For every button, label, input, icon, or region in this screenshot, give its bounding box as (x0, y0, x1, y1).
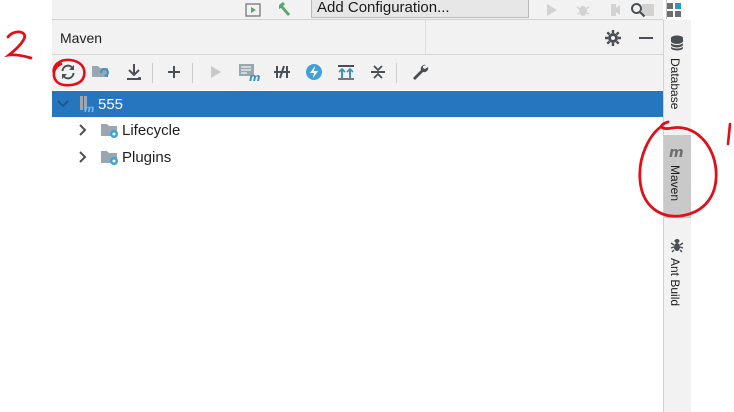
right-tool-strip: Database m Maven Ant Build (663, 20, 691, 412)
maven-project-tree: m 555 Lifecycle Plugins (52, 90, 663, 412)
tab-maven-label: Maven (668, 165, 682, 202)
lifecycle-folder-icon (100, 121, 122, 139)
add-configuration-button[interactable]: Add Configuration... (311, 0, 529, 18)
add-maven-project-icon[interactable] (162, 60, 186, 84)
tree-row-lifecycle[interactable]: Lifecycle (52, 117, 663, 143)
maven-toolbar: m (52, 55, 663, 90)
tree-root-label: 555 (98, 95, 124, 113)
build-hammer-icon[interactable] (274, 0, 296, 19)
project-structure-icon[interactable] (664, 0, 684, 19)
debug-icon[interactable] (573, 0, 593, 19)
settings-gear-icon[interactable] (602, 28, 624, 48)
maven-panel-header: Maven (52, 20, 663, 55)
download-sources-icon[interactable] (122, 60, 146, 84)
ant-icon (669, 237, 685, 257)
tree-lifecycle-label: Lifecycle (122, 121, 181, 139)
main-toolbar: Add Configuration... (52, 0, 667, 20)
tab-database[interactable]: Database (664, 20, 691, 122)
tree-row-root[interactable]: m 555 (52, 91, 663, 117)
collapse-chevron-icon[interactable] (56, 100, 70, 108)
svg-text:m: m (669, 145, 684, 159)
tree-row-plugins[interactable]: Plugins (52, 144, 663, 170)
run-maven-build-icon[interactable] (204, 60, 228, 84)
database-icon (670, 35, 684, 55)
tab-ant-build[interactable]: Ant Build (664, 230, 691, 340)
svg-text:m: m (84, 104, 94, 113)
tab-database-label: Database (668, 58, 682, 110)
skip-tests-icon[interactable] (302, 60, 326, 84)
tree-plugins-label: Plugins (122, 148, 172, 166)
toggle-offline-mode-icon[interactable] (270, 60, 294, 84)
run-config-icon[interactable] (242, 0, 264, 19)
run-icon[interactable] (542, 0, 562, 19)
maven-module-icon: m (78, 95, 98, 113)
tab-ant-build-label: Ant Build (668, 258, 682, 307)
execute-maven-goal-icon[interactable]: m (237, 60, 261, 84)
tab-maven[interactable]: m Maven (664, 135, 691, 218)
minimize-icon[interactable] (635, 28, 657, 48)
maven-m-icon: m (669, 144, 687, 163)
svg-text:m: m (249, 71, 260, 82)
plugins-folder-icon (100, 148, 122, 166)
expand-chevron-icon[interactable] (76, 124, 90, 136)
search-everywhere-icon[interactable] (628, 0, 648, 19)
page-margin (0, 0, 52, 412)
collapse-all-icon[interactable] (366, 60, 390, 84)
page-margin-right (691, 0, 734, 412)
panel-title: Maven (60, 30, 103, 46)
maven-settings-wrench-icon[interactable] (408, 60, 432, 84)
show-dependencies-icon[interactable] (334, 60, 358, 84)
reload-all-projects-icon[interactable] (56, 60, 80, 84)
coverage-icon[interactable] (606, 0, 626, 19)
generate-sources-icon[interactable] (89, 60, 113, 84)
expand-chevron-icon[interactable] (76, 151, 90, 163)
